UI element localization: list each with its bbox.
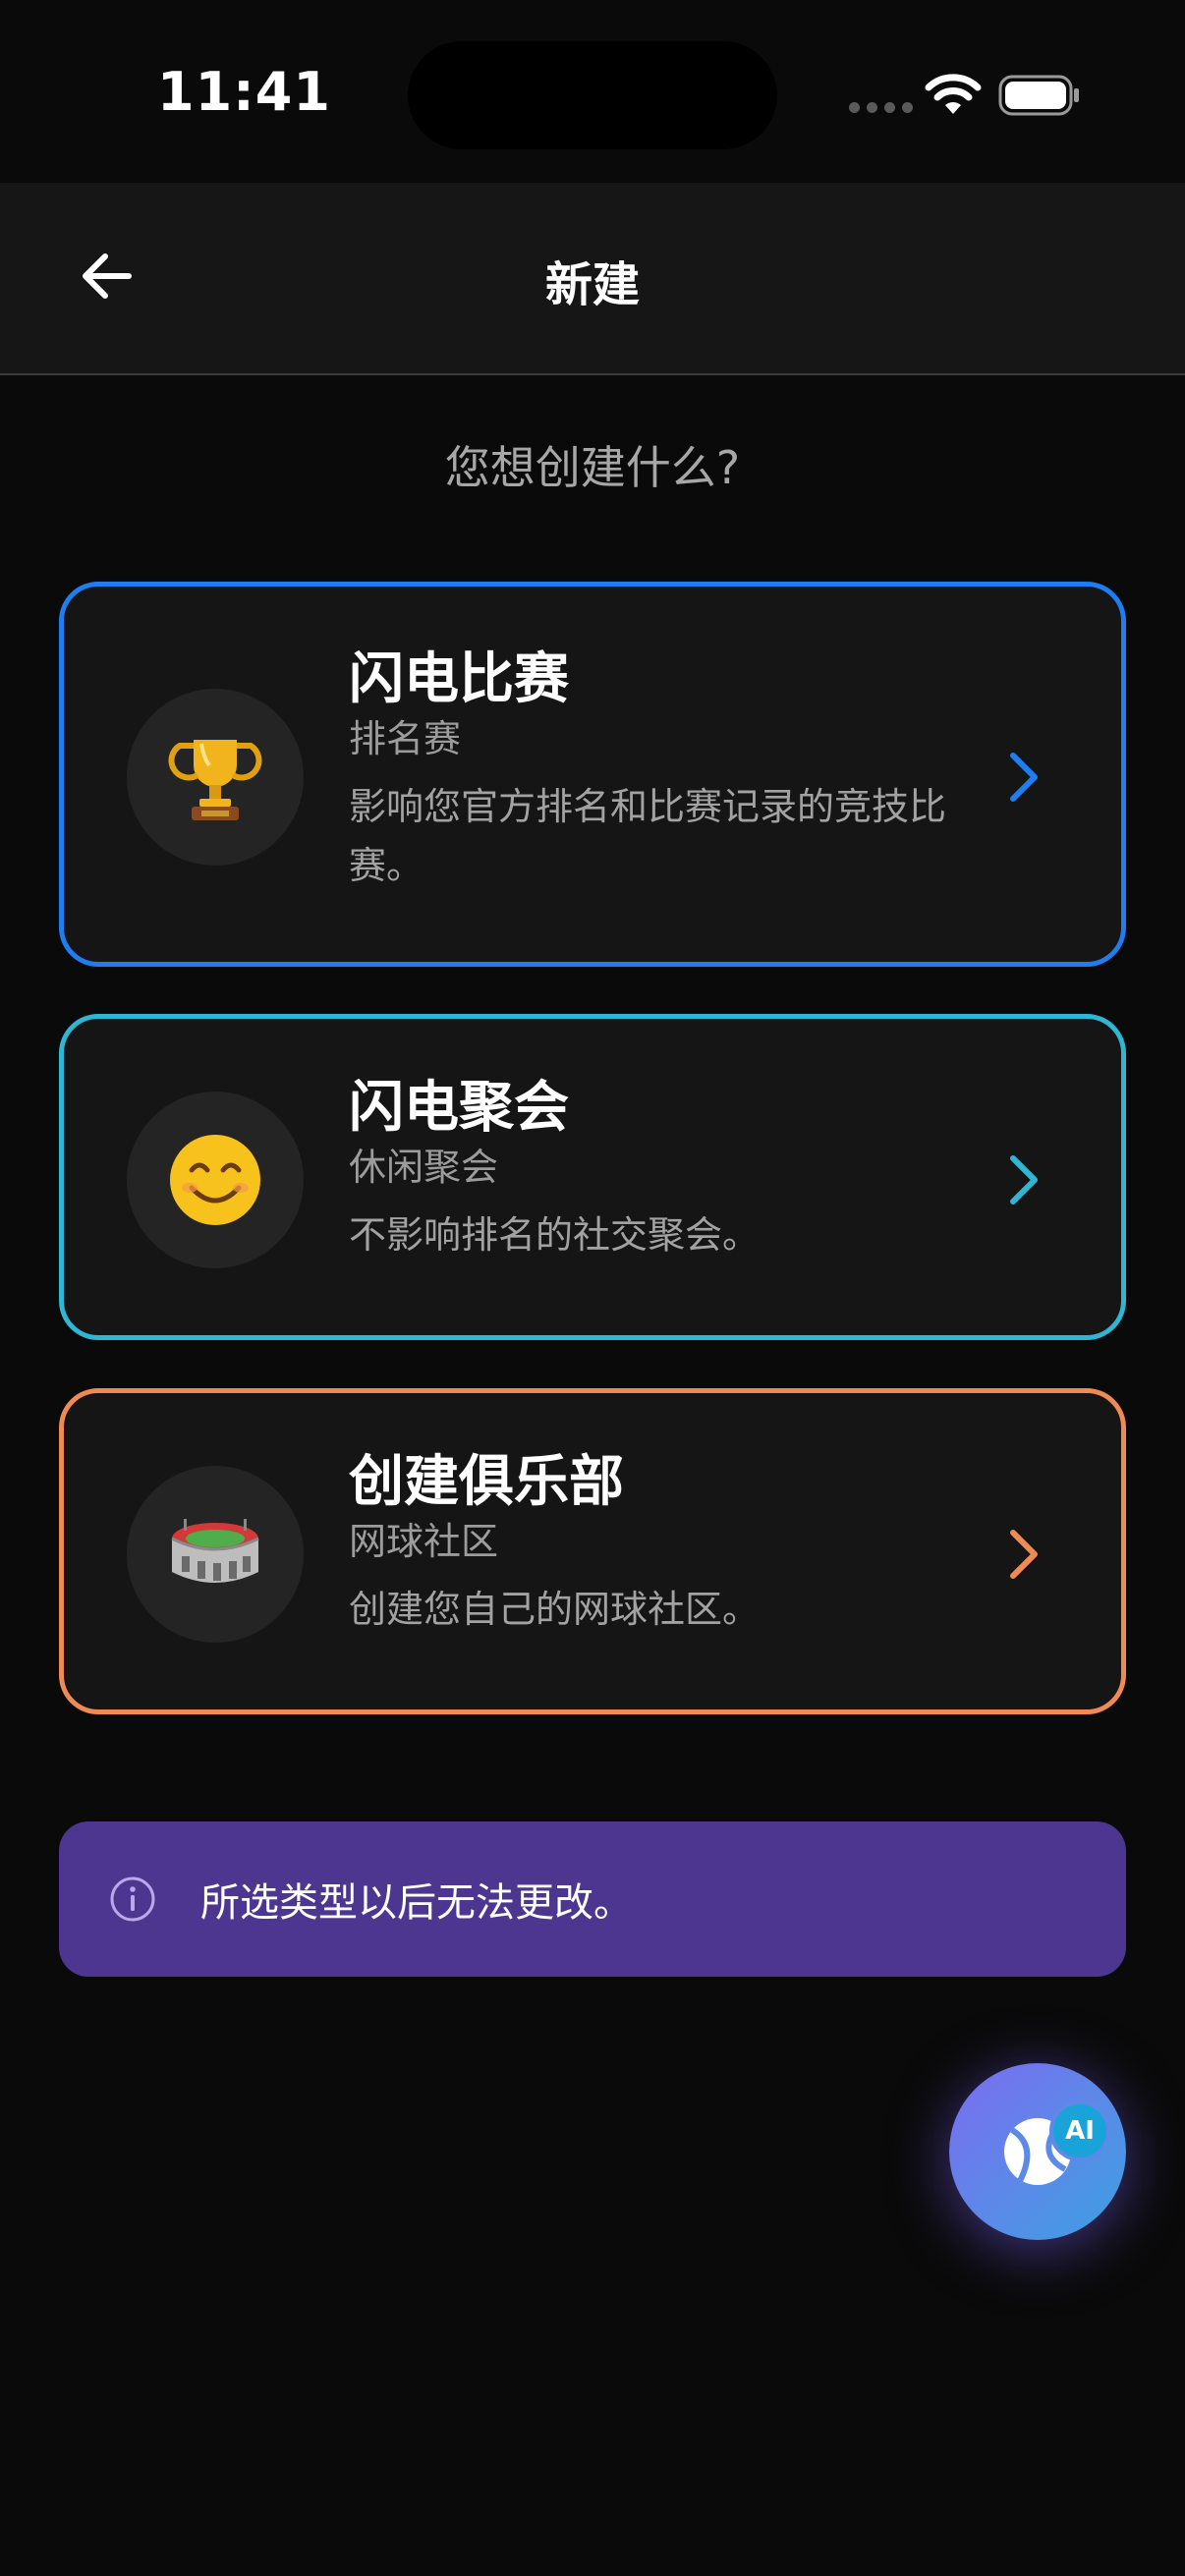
trophy-icon [168,740,262,820]
card-text: 闪电聚会 休闲聚会 不影响排名的社交聚会。 [349,1074,974,1264]
card-title: 创建俱乐部 [349,1450,624,1514]
card-title: 闪电比赛 [349,647,569,711]
cellular-signal-icon [849,102,913,113]
info-icon [110,1876,155,1922]
card-description: 影响您官方排名和比赛记录的竞技比赛。 [349,785,947,887]
card-subtitle: 排名赛 [349,717,462,760]
page-title: 新建 [544,257,640,312]
card-title: 闪电聚会 [349,1076,569,1140]
dynamic-island [408,41,777,149]
chevron-right-icon [1010,1530,1038,1579]
ai-assistant-button[interactable]: AI [949,2063,1126,2240]
chevron-right-icon [1010,753,1038,802]
status-bar: 11:41 [0,0,1185,183]
option-card-casual-meetup[interactable]: 闪电聚会 休闲聚会 不影响排名的社交聚会。 [59,1014,1126,1340]
chevron-right-icon [1010,1155,1038,1204]
wifi-icon [925,74,982,114]
nav-bar: 新建 [0,183,1185,375]
card-text: 闪电比赛 排名赛 影响您官方排名和比赛记录的竞技比赛。 [349,645,974,895]
card-subtitle: 网球社区 [349,1520,499,1563]
stadium-icon [171,1519,259,1583]
status-time: 11:41 [157,61,331,123]
card-icon-container [127,689,304,866]
card-description: 不影响排名的社交聚会。 [349,1213,761,1257]
screen: 11:41 新建 您想创建什么? 闪电比赛 排名赛 影响您官方排名和比赛记录的竞… [0,0,1185,2576]
prompt-text: 您想创建什么? [444,441,741,494]
smiley-face-icon [170,1135,260,1225]
card-icon-container [127,1092,304,1268]
ai-badge: AI [1049,2100,1110,2161]
info-text: 所选类型以后无法更改。 [200,1880,633,1926]
info-banner: 所选类型以后无法更改。 [59,1821,1126,1977]
option-card-create-club[interactable]: 创建俱乐部 网球社区 创建您自己的网球社区。 [59,1388,1126,1714]
card-icon-container [127,1466,304,1643]
option-card-ranked-match[interactable]: 闪电比赛 排名赛 影响您官方排名和比赛记录的竞技比赛。 [59,582,1126,967]
battery-icon [998,75,1079,116]
card-text: 创建俱乐部 网球社区 创建您自己的网球社区。 [349,1448,974,1639]
card-subtitle: 休闲聚会 [349,1146,499,1189]
card-description: 创建您自己的网球社区。 [349,1588,761,1631]
